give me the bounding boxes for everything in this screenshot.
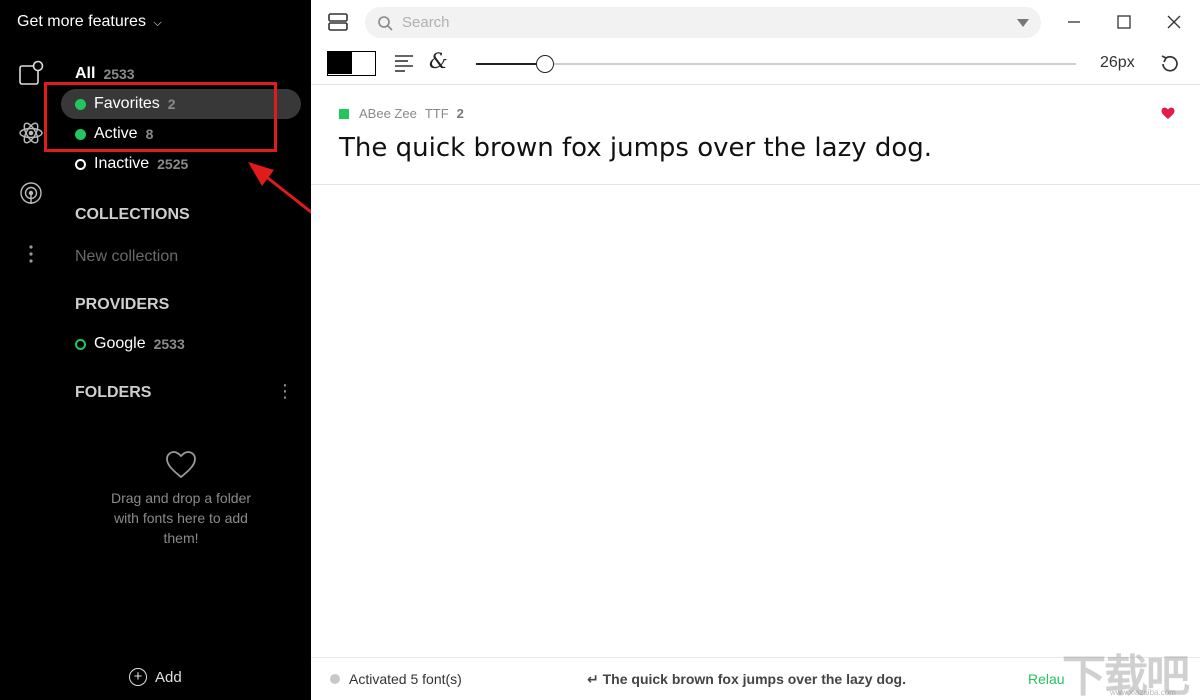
status-preview-text: ↵ The quick brown fox jumps over the laz… — [587, 671, 906, 687]
search-bar — [365, 7, 1041, 38]
font-meta: ABee Zee TTF 2 — [339, 106, 472, 121]
provider-label: Google — [94, 335, 146, 352]
slider-fill — [476, 63, 545, 65]
provider-count: 2533 — [153, 336, 185, 352]
favorite-heart-icon[interactable] — [1161, 107, 1175, 120]
active-status-icon — [339, 108, 349, 119]
layout-toggle-icon[interactable] — [327, 11, 349, 33]
folders-heading: FOLDERS — [75, 384, 152, 401]
add-button[interactable]: + Add — [129, 668, 182, 686]
heart-outline-icon — [166, 451, 196, 479]
main-panel: & 26px ABee Zee TTF 2 The quick brown fo… — [311, 0, 1200, 700]
chevron-down-icon: ⌵ — [153, 17, 162, 29]
providers-heading: PROVIDERS — [75, 296, 170, 313]
status-ring-icon — [75, 158, 86, 170]
provider-google[interactable]: Google 2533 — [61, 329, 301, 359]
search-input[interactable] — [402, 14, 1017, 31]
title-bar — [311, 0, 1200, 44]
filter-count: 2525 — [157, 156, 189, 172]
plus-circle-icon: + — [129, 668, 147, 686]
watermark-url: www.xiazaiba.com — [1110, 688, 1176, 697]
new-collection-button[interactable]: New collection — [75, 248, 178, 266]
font-styles-count: 2 — [456, 106, 464, 121]
search-dropdown-icon[interactable] — [1017, 18, 1029, 27]
maximize-icon[interactable] — [1113, 11, 1135, 33]
font-format: TTF — [424, 106, 449, 121]
status-ring-icon — [75, 338, 86, 350]
get-more-features-button[interactable]: Get more features ⌵ — [17, 13, 162, 31]
slider-thumb[interactable] — [536, 55, 554, 73]
get-more-label: Get more features — [17, 13, 146, 30]
status-dot-icon — [330, 674, 340, 684]
watermark-logo: 下载吧 www.xiazaiba.com — [1062, 640, 1198, 700]
align-left-icon[interactable] — [393, 53, 415, 73]
glyph-ampersand-icon[interactable]: & — [429, 49, 448, 73]
more-vertical-icon[interactable] — [18, 242, 44, 268]
relaunch-link[interactable]: Relau — [1028, 671, 1065, 687]
font-size-readout: 26px — [1100, 54, 1135, 71]
annotation-highlight-box — [44, 82, 277, 152]
font-sample-text: The quick brown fox jumps over the lazy … — [339, 133, 933, 163]
broadcast-icon[interactable] — [18, 180, 44, 206]
collections-heading: COLLECTIONS — [75, 206, 190, 223]
folder-drop-zone[interactable]: Drag and drop a folder with fonts here t… — [100, 450, 262, 548]
filter-label: Inactive — [94, 155, 150, 172]
dark-half — [328, 52, 352, 74]
reset-icon[interactable] — [1158, 52, 1182, 76]
font-name: ABee Zee — [359, 106, 417, 121]
minimize-icon[interactable] — [1063, 11, 1085, 33]
atom-icon[interactable] — [18, 120, 44, 146]
filter-count: 2533 — [103, 66, 135, 82]
font-card[interactable]: ABee Zee TTF 2 The quick brown fox jumps… — [311, 85, 1200, 185]
app-window: Get more features ⌵ All 2533 Favorites 2… — [0, 0, 1200, 700]
font-size-slider[interactable] — [476, 55, 1076, 73]
filter-label: All — [75, 65, 96, 82]
search-icon — [378, 15, 393, 31]
preview-toolbar: & 26px — [311, 44, 1200, 85]
activated-status: Activated 5 font(s) — [349, 671, 462, 687]
drop-zone-text: Drag and drop a folder with fonts here t… — [110, 490, 252, 546]
folders-more-icon[interactable]: ⋮ — [276, 382, 294, 402]
add-label: Add — [155, 668, 182, 686]
close-icon[interactable] — [1163, 11, 1185, 33]
fonts-library-icon[interactable] — [18, 60, 44, 86]
theme-toggle[interactable] — [327, 51, 376, 76]
